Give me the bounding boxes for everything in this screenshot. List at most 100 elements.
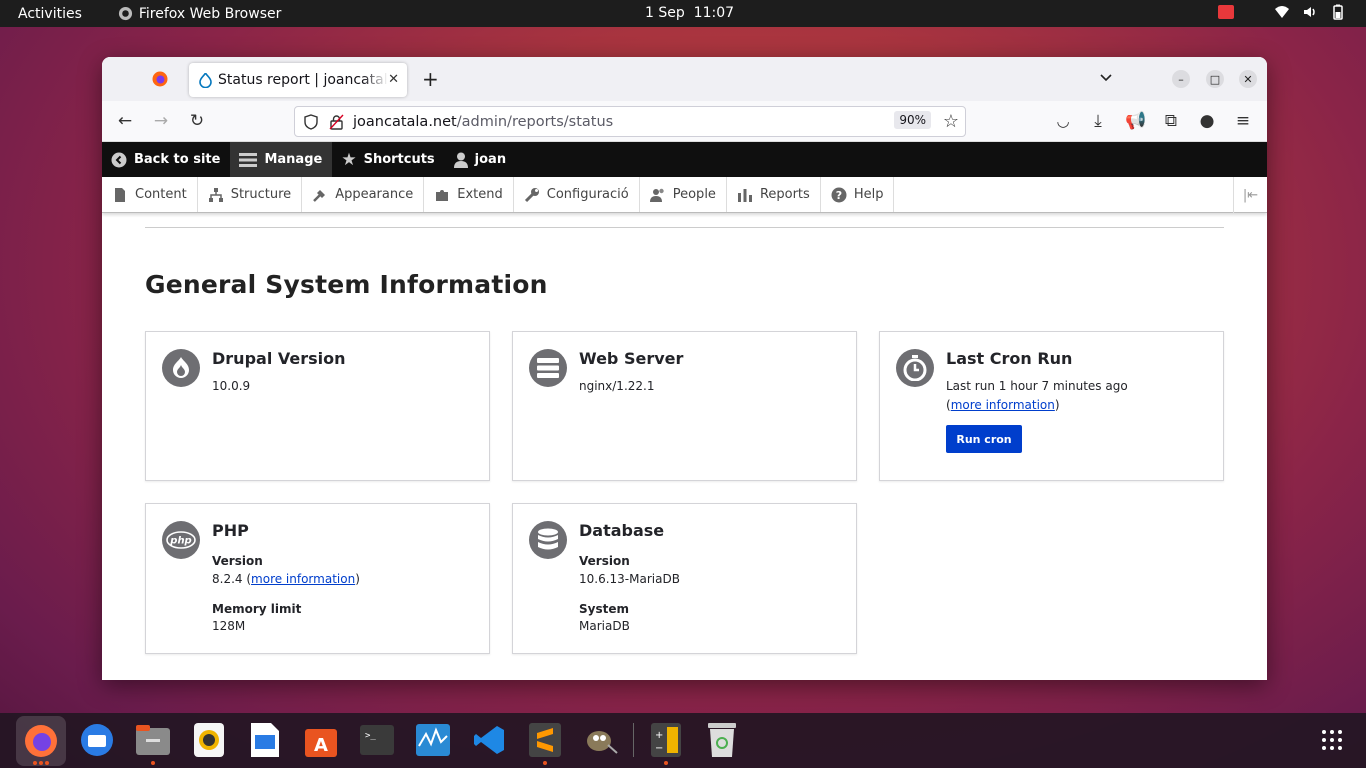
file-icon	[115, 187, 125, 202]
php-version-line: 8.2.4 (more information)	[212, 572, 360, 586]
new-tab-button[interactable]: +	[422, 67, 439, 91]
dock-calculator[interactable]: + −	[648, 722, 684, 758]
dock-trash[interactable]	[704, 722, 740, 758]
php-memory-value: 128M	[212, 619, 246, 633]
extension-megaphone-icon[interactable]: 📢	[1125, 112, 1146, 130]
dock-sublime-text[interactable]	[527, 722, 563, 758]
url-bar[interactable]: joancatala.net/admin/reports/status 90% …	[294, 106, 966, 137]
forward-arrow-icon[interactable]: →	[152, 112, 170, 130]
menu-item-extend[interactable]: Extend	[424, 177, 514, 212]
cron-more-information-link[interactable]: more information	[951, 398, 1055, 412]
php-version-value: 8.2.4 (	[212, 572, 252, 586]
dock-rhythmbox[interactable]	[191, 722, 227, 758]
downloads-icon[interactable]: ⤓	[1089, 112, 1107, 130]
app-center-icon: A	[305, 729, 337, 757]
dock-files[interactable]	[135, 722, 171, 758]
maximize-button[interactable]: □	[1206, 70, 1224, 88]
tab-bar: Status report | joancatala.net ✕ + – □ ✕	[102, 57, 1267, 101]
drupal-icon	[162, 349, 200, 387]
bookmark-star-icon[interactable]: ☆	[943, 111, 959, 132]
close-tab-icon[interactable]: ✕	[388, 72, 399, 87]
gimp-icon	[587, 731, 618, 754]
tab-status-report[interactable]: Status report | joancatala.net ✕	[189, 63, 407, 97]
dock-thunderbird[interactable]	[79, 722, 115, 758]
menu-item-configuration[interactable]: Configuració	[514, 177, 640, 212]
toolbar-orientation-toggle[interactable]: |⇤	[1233, 177, 1267, 213]
sitemap-icon	[208, 187, 223, 202]
menu-item-people[interactable]: People	[640, 177, 727, 212]
menu-item-reports[interactable]: Reports	[727, 177, 821, 212]
extensions-puzzle-icon[interactable]: ⧉	[1162, 112, 1180, 130]
user-tab[interactable]: joan	[445, 142, 516, 177]
dock-system-monitor[interactable]	[415, 722, 451, 758]
menu-item-appearance[interactable]: Appearance	[302, 177, 425, 212]
reload-icon[interactable]: ↻	[188, 112, 206, 130]
tracking-shield-icon[interactable]	[303, 113, 319, 130]
svg-text:php: php	[169, 536, 191, 547]
battery-icon[interactable]	[1330, 4, 1346, 20]
manage-tab[interactable]: Manage	[230, 142, 333, 177]
writer-icon	[251, 723, 279, 757]
dock-terminal[interactable]: >_	[359, 722, 395, 758]
firefox-icon	[25, 725, 57, 757]
menu-item-structure[interactable]: Structure	[198, 177, 303, 212]
cron-last-run: Last run 1 hour 7 minutes ago	[946, 379, 1128, 393]
list-all-tabs-icon[interactable]	[1098, 69, 1114, 85]
card-database: Database Version 10.6.13-MariaDB System …	[512, 503, 857, 654]
terminal-icon: >_	[360, 725, 394, 755]
php-more-information-link[interactable]: more information	[251, 572, 355, 586]
zoom-level[interactable]: 90%	[894, 111, 931, 129]
user-label: joan	[474, 152, 507, 167]
menu-item-label: Extend	[457, 187, 503, 202]
card-title: PHP	[212, 521, 249, 540]
close-window-button[interactable]: ✕	[1239, 70, 1257, 88]
clock[interactable]: 1 Sep 11:07	[645, 5, 734, 21]
volume-icon[interactable]	[1302, 4, 1318, 20]
dock-app-center[interactable]: A	[303, 722, 339, 758]
firefox-view-icon[interactable]	[152, 71, 168, 87]
card-drupal-version: Drupal Version 10.0.9	[145, 331, 490, 481]
dock-vscode[interactable]	[471, 722, 507, 758]
divider	[145, 227, 1224, 228]
card-php: php PHP Version 8.2.4 (more information)…	[145, 503, 490, 654]
system-top-bar: Activities Firefox Web Browser 1 Sep 11:…	[0, 0, 1366, 27]
paren-close: )	[1054, 398, 1060, 412]
svg-text:A: A	[314, 735, 328, 756]
run-cron-button[interactable]: Run cron	[946, 425, 1022, 453]
app-menu[interactable]: Firefox Web Browser	[118, 5, 282, 22]
card-title: Web Server	[579, 349, 684, 368]
dock-libreoffice-writer[interactable]	[247, 722, 283, 758]
time: 11:07	[693, 5, 735, 21]
browser-window: Status report | joancatala.net ✕ + – □ ✕…	[102, 57, 1267, 680]
pocket-icon[interactable]: ◡	[1054, 112, 1072, 130]
activities-button[interactable]: Activities	[18, 6, 82, 22]
svg-text:−: −	[655, 743, 663, 754]
db-version-label: Version	[579, 554, 630, 568]
menu-item-label: People	[672, 187, 716, 202]
firefox-icon	[118, 6, 132, 21]
hamburger-menu-icon[interactable]: ≡	[1234, 112, 1252, 130]
menu-item-help[interactable]: ? Help	[821, 177, 895, 212]
puzzle-icon	[436, 189, 449, 201]
files-icon	[136, 725, 170, 755]
card-title: Database	[579, 521, 665, 540]
shortcuts-tab[interactable]: ★ Shortcuts	[332, 142, 444, 177]
back-arrow-icon[interactable]: ←	[116, 112, 134, 130]
anydesk-icon[interactable]	[1218, 5, 1234, 19]
lock-icon[interactable]	[329, 114, 344, 130]
extension-icon[interactable]: ●	[1198, 112, 1216, 130]
dock-firefox[interactable]	[16, 716, 66, 766]
app-name: Firefox Web Browser	[138, 5, 282, 22]
show-applications-button[interactable]	[1314, 722, 1350, 758]
menu-item-content[interactable]: Content	[102, 177, 198, 212]
back-to-site-button[interactable]: Back to site	[102, 142, 230, 177]
dock-gimp[interactable]	[583, 722, 619, 758]
minimize-button[interactable]: –	[1172, 70, 1190, 88]
help-icon: ?	[831, 187, 847, 202]
svg-text:?: ?	[836, 189, 842, 202]
shortcuts-label: Shortcuts	[363, 152, 435, 167]
rhythmbox-icon	[194, 723, 224, 757]
menu-item-label: Structure	[230, 187, 292, 202]
wifi-icon[interactable]	[1274, 4, 1290, 20]
php-version-label: Version	[212, 554, 263, 568]
